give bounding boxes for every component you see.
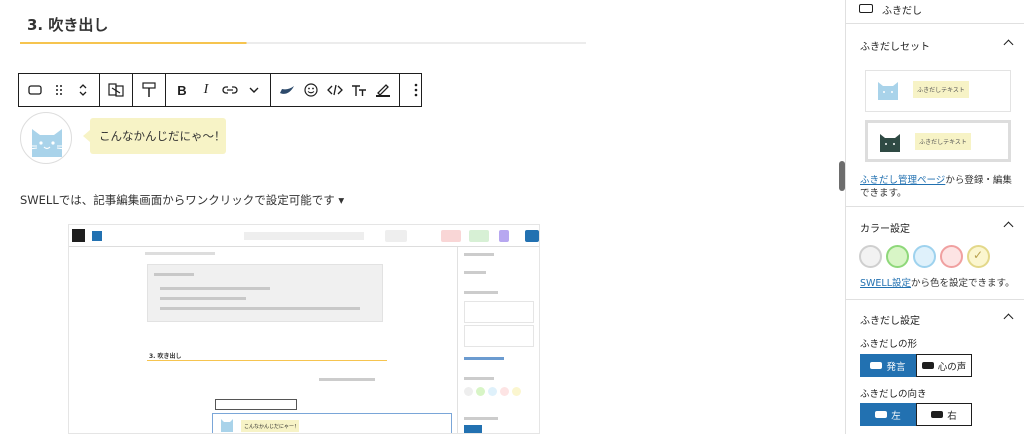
balloon-manage-link[interactable]: ふきだし管理ページ: [860, 175, 945, 186]
mini-content: 3. 吹き出し こんなかんじだにゃー！: [139, 247, 457, 433]
mini-balloon-text: こんなかんじだにゃー！: [241, 420, 299, 432]
shape-label: ふきだしの形: [860, 339, 918, 350]
balloon-right-icon: [931, 411, 944, 418]
cat-avatar-icon: [880, 134, 900, 152]
balloon-block-icon[interactable]: [23, 74, 47, 106]
direction-left-button[interactable]: 左: [860, 403, 916, 426]
color-swatch-green[interactable]: [886, 245, 909, 268]
mini-heading-rule: [147, 360, 387, 361]
settings-sidebar: ふきだし ふきだしセット ふきだしテキスト ふきだしテキスト ふきだし管理ページ…: [845, 0, 1024, 434]
more-options-icon[interactable]: [404, 74, 428, 106]
add-block-icon: [92, 231, 102, 241]
swell-settings-link[interactable]: SWELL設定: [860, 278, 911, 289]
balloon-text[interactable]: こんなかんじだにゃ〜！: [83, 118, 226, 154]
section-heading[interactable]: 3. 吹き出し: [27, 14, 108, 35]
mini-button: [469, 230, 489, 242]
mini-list-box: [147, 264, 383, 322]
chevron-up-icon: [1003, 313, 1014, 324]
chevron-down-icon[interactable]: [242, 74, 266, 106]
color-swatch-blue[interactable]: [913, 245, 936, 268]
cat-avatar-icon: [20, 112, 72, 164]
preset-text: ふきだしテキスト: [913, 81, 969, 98]
color-swatch-yellow[interactable]: [967, 245, 990, 268]
editor-canvas: 3. 吹き出し B I こんなかんじだにゃ〜！ SWELLでは、記事編集画面から…: [0, 0, 840, 434]
color-swatches: [859, 245, 1019, 269]
balloon-block-icon: [859, 4, 873, 13]
speech-balloon-icon: [870, 362, 883, 369]
wordpress-logo-icon: [72, 229, 85, 242]
triangle-down-icon: ▾: [338, 193, 345, 207]
mini-topbar: [69, 225, 539, 247]
mini-publish-button: [525, 230, 539, 242]
mini-button: [441, 230, 461, 242]
mini-heading: 3. 吹き出し: [149, 353, 182, 360]
panel-balloon-settings-toggle[interactable]: ふきだし設定: [846, 312, 1024, 328]
text-size-icon[interactable]: [347, 74, 371, 106]
mini-button: [385, 230, 407, 242]
paragraph-text: SWELLでは、記事編集画面からワンクリックで設定可能です: [20, 193, 335, 207]
block-name: ふきだし: [882, 6, 922, 17]
style-brush-icon[interactable]: [137, 74, 161, 106]
panel-title: ふきだしセット: [860, 42, 930, 53]
thought-balloon-icon: [921, 362, 934, 369]
italic-icon[interactable]: I: [194, 74, 218, 106]
highlight-icon[interactable]: [371, 74, 395, 106]
embedded-screenshot: 3. 吹き出し こんなかんじだにゃー！: [68, 224, 540, 434]
panel-title: ふきだし設定: [860, 316, 920, 327]
direction-toggle: 左 右: [860, 403, 972, 426]
mini-button: [499, 230, 509, 242]
chevron-up-icon: [1003, 221, 1014, 232]
mini-sidebar: [457, 247, 539, 433]
mini-left-pane: [69, 247, 139, 433]
color-note: SWELL設定から色を設定できます。: [860, 278, 1015, 289]
balloon-left-icon: [875, 411, 888, 418]
mini-toolbar: [215, 399, 297, 410]
move-up-down-icon[interactable]: [71, 74, 95, 106]
preset-note: ふきだし管理ページから登録・編集できます。: [860, 175, 1012, 199]
swell-bird-icon[interactable]: [275, 74, 299, 106]
direction-label: ふきだしの向き: [860, 389, 927, 400]
shape-speech-button[interactable]: 発言: [860, 354, 916, 377]
code-icon[interactable]: [323, 74, 347, 106]
bold-icon[interactable]: B: [170, 74, 194, 106]
shape-thought-button[interactable]: 心の声: [916, 354, 972, 377]
mini-post-title: [244, 232, 364, 240]
chevron-up-icon: [1003, 39, 1014, 50]
cat-avatar-icon: [878, 82, 898, 100]
heading-underline: [20, 42, 586, 44]
mini-balloon: こんなかんじだにゃー！: [212, 413, 452, 433]
color-swatch-gray[interactable]: [859, 245, 882, 268]
balloon-preset-option[interactable]: ふきだしテキスト: [865, 70, 1011, 112]
block-card: ふきだし: [846, 0, 1024, 24]
shape-toggle: 発言 心の声: [860, 354, 972, 377]
drag-handle-icon[interactable]: [47, 74, 71, 106]
swap-icon[interactable]: [104, 74, 128, 106]
preset-text: ふきだしテキスト: [915, 133, 971, 150]
body-paragraph[interactable]: SWELLでは、記事編集画面からワンクリックで設定可能です ▾: [20, 192, 344, 208]
panel-title: カラー設定: [860, 224, 910, 235]
color-swatch-red[interactable]: [940, 245, 963, 268]
block-toolbar: B I: [18, 73, 422, 107]
direction-right-button[interactable]: 右: [916, 403, 972, 426]
emoji-icon[interactable]: [299, 74, 323, 106]
link-icon[interactable]: [218, 74, 242, 106]
balloon-preset-option[interactable]: ふきだしテキスト: [865, 120, 1011, 162]
panel-color-toggle[interactable]: カラー設定: [846, 220, 1024, 236]
panel-balloon-set-toggle[interactable]: ふきだしセット: [846, 38, 1024, 54]
